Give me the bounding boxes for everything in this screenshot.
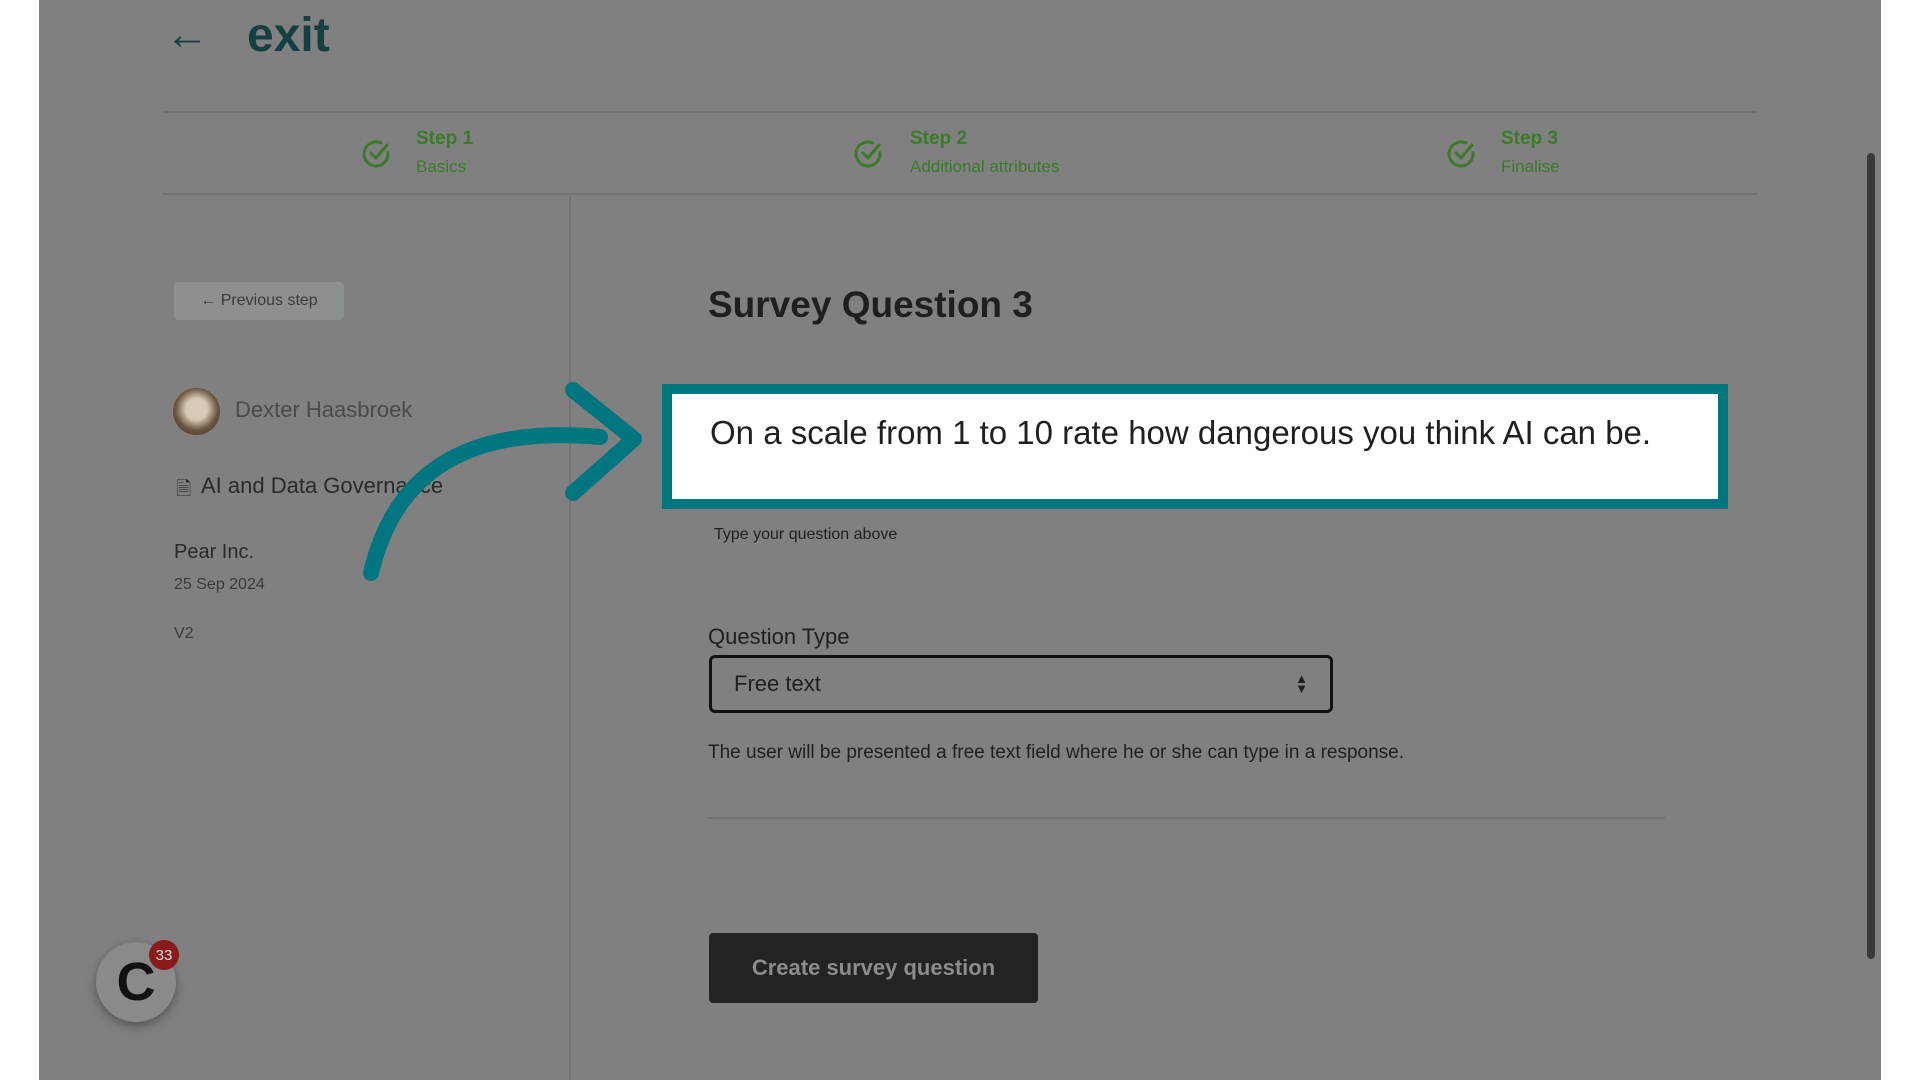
question-type-value: Free text [734,671,821,696]
scrollbar[interactable] [1867,153,1875,959]
page-title: Survey Question 3 [708,284,1033,325]
create-survey-question-button[interactable]: Create survey question [709,933,1038,1003]
question-type-select[interactable]: Free text ▲ ▼ [709,655,1333,713]
notification-badge: 33 [149,940,179,970]
question-type-label: Question Type [708,624,850,649]
divider [708,817,1665,819]
sort-arrows-icon: ▲ ▼ [1295,671,1308,696]
question-hint: Type your question above [714,526,898,543]
question-type-description: The user will be presented a free text f… [708,742,1405,763]
annotation-arrow-icon [363,382,642,581]
question-input[interactable]: On a scale from 1 to 10 rate how dangero… [662,384,1728,509]
